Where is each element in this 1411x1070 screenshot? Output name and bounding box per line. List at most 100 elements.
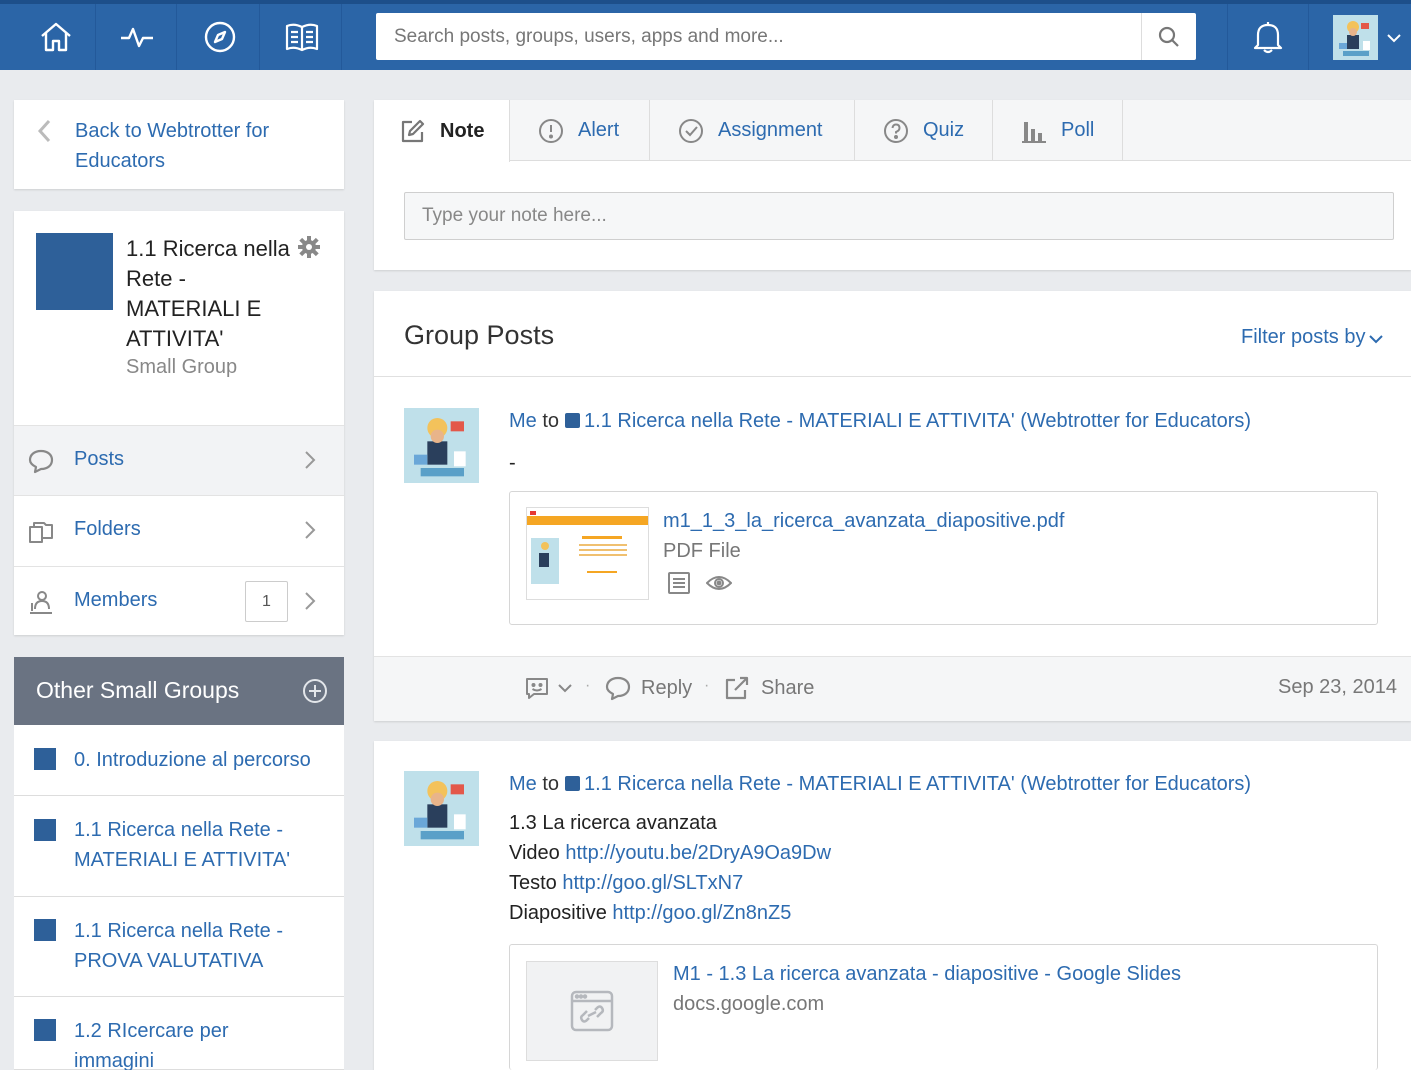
- share-button[interactable]: Share: [724, 675, 814, 701]
- tab-label: Quiz: [923, 119, 965, 141]
- link-icon: [570, 990, 614, 1032]
- post-line: Testo http://goo.gl/SLTxN7: [509, 868, 831, 898]
- chevron-left-icon: [37, 119, 51, 143]
- other-group-item[interactable]: 1.1 Ricerca nella Rete - MATERIALI E ATT…: [14, 796, 344, 897]
- activity-button[interactable]: [97, 4, 177, 70]
- tab-poll[interactable]: Poll: [993, 100, 1123, 161]
- avatar-image: [404, 408, 479, 483]
- group-color-square: [34, 919, 56, 941]
- back-link[interactable]: Back to Webtrotter for Educators: [75, 116, 315, 176]
- video-link[interactable]: http://youtu.be/2DryA9Oa9Dw: [565, 842, 831, 864]
- view-text-button[interactable]: [667, 571, 691, 600]
- tab-label: Note: [440, 119, 485, 142]
- sidebar-item-label: Members: [74, 589, 158, 611]
- reply-button[interactable]: Reply: [605, 675, 692, 701]
- note-icon: [401, 119, 425, 143]
- pdf-preview-image: [527, 508, 648, 584]
- sidebar-item-members[interactable]: Members 1: [14, 566, 344, 635]
- post-target-link[interactable]: 1.1 Ricerca nella Rete - MATERIALI E ATT…: [584, 773, 1251, 795]
- group-color-square: [565, 776, 581, 791]
- question-icon: [884, 118, 908, 143]
- group-color-square: [565, 413, 581, 428]
- attachment-type: PDF File: [663, 540, 741, 562]
- tab-quiz[interactable]: Quiz: [855, 100, 993, 161]
- tab-note[interactable]: Note: [374, 100, 510, 162]
- attachment-domain: docs.google.com: [673, 993, 825, 1015]
- chevron-down-icon: [1387, 34, 1401, 43]
- attachment-name[interactable]: m1_1_3_la_ricerca_avanzata_diapositive.p…: [663, 510, 1064, 533]
- other-group-label: 1.1 Ricerca nella Rete - MATERIALI E ATT…: [74, 819, 291, 871]
- home-icon: [40, 22, 71, 52]
- user-avatar[interactable]: [1333, 15, 1378, 60]
- preview-button[interactable]: [705, 573, 733, 598]
- attachment-name[interactable]: M1 - 1.3 La ricerca avanzata - diapositi…: [673, 963, 1181, 986]
- post-line-text: Testo: [509, 872, 563, 894]
- group-color-square: [34, 1019, 56, 1041]
- search-input[interactable]: [376, 13, 1141, 60]
- add-group-button[interactable]: [302, 678, 328, 709]
- filter-posts-button[interactable]: Filter posts by: [1241, 326, 1365, 349]
- sidebar-item-posts[interactable]: Posts: [14, 425, 344, 495]
- post-author-link[interactable]: Me: [509, 410, 537, 432]
- note-input[interactable]: [404, 192, 1394, 240]
- check-circle-icon: [679, 118, 703, 143]
- group-color-square: [34, 748, 56, 770]
- post-to-text: to: [542, 410, 560, 432]
- explore-button[interactable]: [180, 4, 260, 70]
- slides-link[interactable]: http://goo.gl/Zn8nZ5: [612, 902, 791, 924]
- post-author-avatar[interactable]: [404, 771, 479, 846]
- other-group-label: 1.2 RIcercare per immagini: [74, 1020, 229, 1070]
- back-chevron[interactable]: [36, 118, 52, 149]
- separator-dot: ·: [704, 677, 710, 694]
- search-button[interactable]: [1141, 13, 1196, 60]
- post-target-link[interactable]: 1.1 Ricerca nella Rete - MATERIALI E ATT…: [584, 410, 1251, 432]
- bell-icon: [1253, 22, 1283, 54]
- home-button[interactable]: [16, 4, 96, 70]
- chevron-right-icon: [304, 591, 316, 616]
- global-search: [376, 13, 1196, 60]
- speech-bubble-icon: [28, 448, 54, 479]
- explore-icon: [204, 21, 235, 53]
- group-settings-button[interactable]: [298, 236, 320, 263]
- other-group-label: 0. Introduzione al percorso: [74, 749, 311, 771]
- other-group-item[interactable]: 0. Introduzione al percorso: [14, 725, 344, 796]
- reply-label: Reply: [641, 676, 693, 699]
- post-author-link[interactable]: Me: [509, 773, 537, 795]
- other-groups-title: Other Small Groups: [36, 677, 240, 703]
- pdf-attachment[interactable]: m1_1_3_la_ricerca_avanzata_diapositive.p…: [509, 491, 1378, 625]
- post-line-text: 1.3 La ricerca avanzata: [509, 812, 717, 834]
- pdf-thumbnail: [526, 507, 649, 600]
- account-menu-caret[interactable]: [1387, 30, 1401, 48]
- chevron-down-icon: [1369, 331, 1383, 349]
- tab-assignment[interactable]: Assignment: [650, 100, 855, 161]
- other-group-item[interactable]: 1.2 RIcercare per immagini: [14, 997, 344, 1070]
- plus-circle-icon: [303, 679, 327, 703]
- post-line: Diapositive http://goo.gl/Zn8nZ5: [509, 898, 831, 928]
- post-line: 1.3 La ricerca avanzata: [509, 808, 831, 838]
- other-groups-header: Other Small Groups: [14, 657, 344, 725]
- smiley-icon: [526, 678, 548, 699]
- chevron-right-icon: [304, 520, 316, 545]
- members-icon: [28, 589, 54, 620]
- tab-alert[interactable]: Alert: [510, 100, 650, 161]
- post-date: Sep 23, 2014: [1278, 676, 1397, 698]
- sidebar-item-folders[interactable]: Folders: [14, 495, 344, 565]
- resources-button[interactable]: [262, 4, 342, 70]
- link-attachment[interactable]: M1 - 1.3 La ricerca avanzata - diapositi…: [509, 944, 1378, 1070]
- post-actions-bar: · Reply · Share Sep 23, 2014: [374, 656, 1411, 721]
- sidebar-item-label: Folders: [74, 518, 141, 540]
- link-thumbnail: [526, 961, 658, 1061]
- bar-chart-icon: [1022, 121, 1046, 143]
- other-group-label: 1.1 Ricerca nella Rete - PROVA VALUTATIV…: [74, 920, 283, 972]
- sidebar-item-label: Posts: [74, 448, 125, 470]
- post-author-avatar[interactable]: [404, 408, 479, 483]
- other-group-item[interactable]: 1.1 Ricerca nella Rete - PROVA VALUTATIV…: [14, 897, 344, 997]
- activity-icon: [120, 27, 153, 48]
- text-link[interactable]: http://goo.gl/SLTxN7: [562, 872, 743, 894]
- reaction-button[interactable]: [524, 675, 572, 701]
- notifications-button[interactable]: [1227, 4, 1309, 70]
- folders-icon: [28, 518, 54, 549]
- resources-icon: [285, 23, 318, 52]
- group-type: Small Group: [126, 356, 238, 378]
- post-body: 1.3 La ricerca avanzata Video http://you…: [509, 808, 831, 928]
